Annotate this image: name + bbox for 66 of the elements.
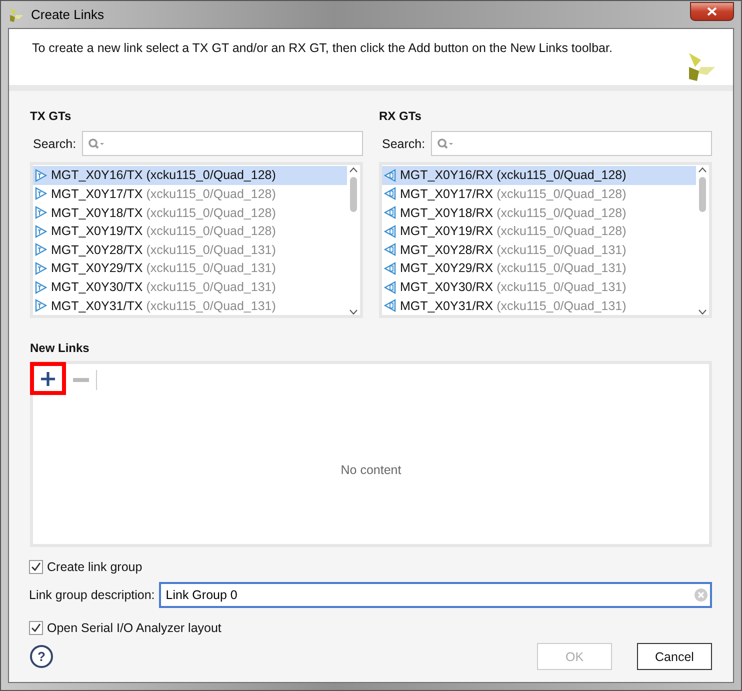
list-item[interactable]: MGT_X0Y31/RX (xcku115_0/Quad_131) xyxy=(382,296,696,315)
list-item[interactable]: MGT_X0Y17/RX (xcku115_0/Quad_128) xyxy=(382,184,696,204)
list-item[interactable]: MGT_X0Y18/TX (xcku115_0/Quad_128) xyxy=(33,203,347,222)
list-item[interactable]: MGT_X0Y18/RX (xcku115_0/Quad_128) xyxy=(382,203,696,222)
scrollbar[interactable] xyxy=(347,165,360,315)
checkbox[interactable] xyxy=(29,621,43,635)
scrollbar-thumb[interactable] xyxy=(699,177,706,212)
section-title: TX GTs xyxy=(30,109,72,123)
scroll-down-icon[interactable] xyxy=(698,309,707,315)
description-field[interactable]: Link Group 0 xyxy=(158,582,712,608)
section-title: New Links xyxy=(30,341,90,355)
minus-icon xyxy=(73,378,89,382)
search-icon xyxy=(437,138,456,150)
empty-message: No content xyxy=(340,463,402,477)
checkbox[interactable] xyxy=(29,560,43,574)
plus-icon xyxy=(40,370,56,386)
search-icon xyxy=(88,138,106,150)
close-icon xyxy=(707,7,717,16)
search-label: Search: xyxy=(33,136,76,150)
receive-icon xyxy=(384,280,396,294)
list-item[interactable]: MGT_X0Y30/RX (xcku115_0/Quad_131) xyxy=(382,278,696,296)
search-field[interactable] xyxy=(431,131,712,156)
list-item[interactable]: MGT_X0Y29/TX (xcku115_0/Quad_131) xyxy=(33,259,347,278)
search-label: Search: xyxy=(382,136,426,150)
window-title: Create Links xyxy=(31,7,105,22)
scroll-down-icon[interactable] xyxy=(349,309,358,315)
receive-icon xyxy=(384,262,396,275)
scrollbar[interactable] xyxy=(696,165,709,315)
list-item[interactable]: MGT_X0Y28/TX (xcku115_0/Quad_131) xyxy=(33,240,347,260)
list-item[interactable]: MGT_X0Y28/RX (xcku115_0/Quad_131) xyxy=(382,240,696,260)
logo-icon xyxy=(9,6,25,22)
receive-icon xyxy=(384,224,396,238)
section-title: RX GTs xyxy=(379,109,422,123)
receive-icon xyxy=(384,243,396,256)
receive-icon xyxy=(384,206,396,220)
transmit-icon xyxy=(35,262,47,275)
list-item[interactable]: MGT_X0Y31/TX (xcku115_0/Quad_131) xyxy=(33,296,347,315)
scroll-up-icon[interactable] xyxy=(349,167,358,173)
instruction-text: To create a new link select a TX GT and/or an RX GT, then click the Add button on the New Links toolbar. xyxy=(32,41,612,57)
description-label: Link group description: xyxy=(29,588,155,602)
list-item[interactable]: MGT_X0Y29/RX (xcku115_0/Quad_131) xyxy=(382,259,696,278)
transmit-icon xyxy=(35,243,47,256)
list-item[interactable]: MGT_X0Y30/TX (xcku115_0/Quad_131) xyxy=(33,278,347,296)
transmit-icon xyxy=(35,280,47,294)
receive-icon xyxy=(384,299,396,312)
list-item[interactable]: MGT_X0Y19/RX (xcku115_0/Quad_128) xyxy=(382,222,696,240)
scrollbar-thumb[interactable] xyxy=(350,177,357,212)
checkbox-label: Open Serial I/O Analyzer layout xyxy=(47,621,222,635)
receive-icon xyxy=(384,168,396,182)
search-field[interactable] xyxy=(82,131,363,156)
list-item[interactable]: MGT_X0Y19/TX (xcku115_0/Quad_128) xyxy=(33,222,347,240)
help-button[interactable]: ? xyxy=(30,645,53,668)
receive-icon xyxy=(384,187,396,200)
list-item[interactable]: MGT_X0Y16/RX (xcku115_0/Quad_128) xyxy=(382,166,696,185)
list-item[interactable]: MGT_X0Y17/TX (xcku115_0/Quad_128) xyxy=(33,184,347,204)
close-button[interactable] xyxy=(690,2,734,21)
transmit-icon xyxy=(35,224,47,238)
list-item[interactable]: MGT_X0Y16/TX (xcku115_0/Quad_128) xyxy=(33,166,347,185)
transmit-icon xyxy=(35,299,47,312)
dialog-button[interactable]: Cancel xyxy=(637,643,712,670)
add-button[interactable] xyxy=(30,362,66,395)
transmit-icon xyxy=(35,187,47,200)
checkbox-label: Create link group xyxy=(47,560,142,574)
transmit-icon xyxy=(35,206,47,220)
scroll-up-icon[interactable] xyxy=(698,167,707,173)
transmit-icon xyxy=(35,168,47,182)
